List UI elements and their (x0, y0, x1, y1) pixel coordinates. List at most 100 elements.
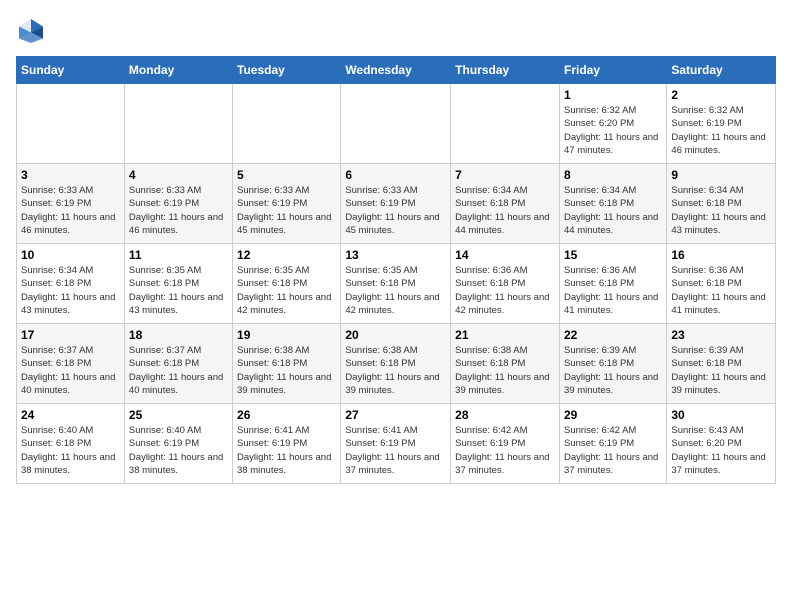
calendar-cell: 4 Sunrise: 6:33 AMSunset: 6:19 PMDaylight… (124, 164, 232, 244)
day-info: Sunrise: 6:38 AMSunset: 6:18 PMDaylight:… (455, 344, 555, 397)
weekday-header-sunday: Sunday (17, 57, 125, 84)
day-info: Sunrise: 6:36 AMSunset: 6:18 PMDaylight:… (455, 264, 555, 317)
calendar-cell: 17 Sunrise: 6:37 AMSunset: 6:18 PMDayligh… (17, 324, 125, 404)
day-info: Sunrise: 6:38 AMSunset: 6:18 PMDaylight:… (345, 344, 446, 397)
day-number: 29 (564, 408, 662, 422)
day-info: Sunrise: 6:34 AMSunset: 6:18 PMDaylight:… (455, 184, 555, 237)
day-info: Sunrise: 6:41 AMSunset: 6:19 PMDaylight:… (345, 424, 446, 477)
weekday-header-friday: Friday (559, 57, 666, 84)
calendar-cell: 19 Sunrise: 6:38 AMSunset: 6:18 PMDayligh… (233, 324, 341, 404)
day-info: Sunrise: 6:34 AMSunset: 6:18 PMDaylight:… (564, 184, 662, 237)
calendar-cell: 7 Sunrise: 6:34 AMSunset: 6:18 PMDaylight… (451, 164, 560, 244)
day-number: 8 (564, 168, 662, 182)
day-info: Sunrise: 6:33 AMSunset: 6:19 PMDaylight:… (129, 184, 228, 237)
day-number: 13 (345, 248, 446, 262)
day-info: Sunrise: 6:43 AMSunset: 6:20 PMDaylight:… (671, 424, 771, 477)
calendar-cell: 30 Sunrise: 6:43 AMSunset: 6:20 PMDayligh… (667, 404, 776, 484)
week-row-2: 3 Sunrise: 6:33 AMSunset: 6:19 PMDaylight… (17, 164, 776, 244)
day-number: 24 (21, 408, 120, 422)
day-info: Sunrise: 6:33 AMSunset: 6:19 PMDaylight:… (345, 184, 446, 237)
day-number: 10 (21, 248, 120, 262)
day-info: Sunrise: 6:35 AMSunset: 6:18 PMDaylight:… (129, 264, 228, 317)
day-number: 3 (21, 168, 120, 182)
logo (16, 16, 50, 46)
day-number: 1 (564, 88, 662, 102)
day-info: Sunrise: 6:39 AMSunset: 6:18 PMDaylight:… (671, 344, 771, 397)
logo-icon (16, 16, 46, 46)
weekday-header-row: SundayMondayTuesdayWednesdayThursdayFrid… (17, 57, 776, 84)
week-row-5: 24 Sunrise: 6:40 AMSunset: 6:18 PMDayligh… (17, 404, 776, 484)
day-info: Sunrise: 6:42 AMSunset: 6:19 PMDaylight:… (455, 424, 555, 477)
day-info: Sunrise: 6:39 AMSunset: 6:18 PMDaylight:… (564, 344, 662, 397)
day-info: Sunrise: 6:37 AMSunset: 6:18 PMDaylight:… (21, 344, 120, 397)
calendar-cell: 23 Sunrise: 6:39 AMSunset: 6:18 PMDayligh… (667, 324, 776, 404)
calendar-cell: 26 Sunrise: 6:41 AMSunset: 6:19 PMDayligh… (233, 404, 341, 484)
day-info: Sunrise: 6:40 AMSunset: 6:19 PMDaylight:… (129, 424, 228, 477)
day-info: Sunrise: 6:33 AMSunset: 6:19 PMDaylight:… (21, 184, 120, 237)
day-number: 28 (455, 408, 555, 422)
day-number: 21 (455, 328, 555, 342)
calendar-cell: 22 Sunrise: 6:39 AMSunset: 6:18 PMDayligh… (559, 324, 666, 404)
day-number: 22 (564, 328, 662, 342)
day-info: Sunrise: 6:35 AMSunset: 6:18 PMDaylight:… (237, 264, 336, 317)
calendar-cell: 8 Sunrise: 6:34 AMSunset: 6:18 PMDaylight… (559, 164, 666, 244)
day-info: Sunrise: 6:34 AMSunset: 6:18 PMDaylight:… (21, 264, 120, 317)
day-number: 30 (671, 408, 771, 422)
day-number: 19 (237, 328, 336, 342)
day-info: Sunrise: 6:42 AMSunset: 6:19 PMDaylight:… (564, 424, 662, 477)
day-number: 11 (129, 248, 228, 262)
calendar-cell: 9 Sunrise: 6:34 AMSunset: 6:18 PMDaylight… (667, 164, 776, 244)
weekday-header-saturday: Saturday (667, 57, 776, 84)
calendar-cell: 10 Sunrise: 6:34 AMSunset: 6:18 PMDayligh… (17, 244, 125, 324)
calendar-cell: 15Sunrise: 6:36 AMSunset: 6:18 PMDayligh… (559, 244, 666, 324)
day-info: Sunrise: 6:33 AMSunset: 6:19 PMDaylight:… (237, 184, 336, 237)
day-info: Sunrise: 6:37 AMSunset: 6:18 PMDaylight:… (129, 344, 228, 397)
calendar-cell: 18 Sunrise: 6:37 AMSunset: 6:18 PMDayligh… (124, 324, 232, 404)
day-number: 2 (671, 88, 771, 102)
day-number: 25 (129, 408, 228, 422)
day-info: Sunrise: 6:34 AMSunset: 6:18 PMDaylight:… (671, 184, 771, 237)
day-number: 4 (129, 168, 228, 182)
calendar-cell (124, 84, 232, 164)
calendar-cell: 20 Sunrise: 6:38 AMSunset: 6:18 PMDayligh… (341, 324, 451, 404)
calendar-cell: 24 Sunrise: 6:40 AMSunset: 6:18 PMDayligh… (17, 404, 125, 484)
day-number: 23 (671, 328, 771, 342)
calendar-cell: 2Sunrise: 6:32 AMSunset: 6:19 PMDaylight… (667, 84, 776, 164)
day-number: 9 (671, 168, 771, 182)
day-number: 18 (129, 328, 228, 342)
weekday-header-wednesday: Wednesday (341, 57, 451, 84)
calendar-cell: 3 Sunrise: 6:33 AMSunset: 6:19 PMDaylight… (17, 164, 125, 244)
weekday-header-monday: Monday (124, 57, 232, 84)
weekday-header-tuesday: Tuesday (233, 57, 341, 84)
calendar-cell: 6 Sunrise: 6:33 AMSunset: 6:19 PMDaylight… (341, 164, 451, 244)
day-number: 20 (345, 328, 446, 342)
day-number: 14 (455, 248, 555, 262)
calendar-cell: 21 Sunrise: 6:38 AMSunset: 6:18 PMDayligh… (451, 324, 560, 404)
page-header (16, 16, 776, 46)
calendar-cell: 28 Sunrise: 6:42 AMSunset: 6:19 PMDayligh… (451, 404, 560, 484)
calendar-cell: 13 Sunrise: 6:35 AMSunset: 6:18 PMDayligh… (341, 244, 451, 324)
calendar-cell: 25 Sunrise: 6:40 AMSunset: 6:19 PMDayligh… (124, 404, 232, 484)
day-number: 12 (237, 248, 336, 262)
day-info: Sunrise: 6:32 AMSunset: 6:20 PMDaylight:… (564, 104, 662, 157)
calendar-cell: 16Sunrise: 6:36 AMSunset: 6:18 PMDayligh… (667, 244, 776, 324)
day-info: Sunrise: 6:41 AMSunset: 6:19 PMDaylight:… (237, 424, 336, 477)
day-info: Sunrise: 6:36 AMSunset: 6:18 PMDaylight:… (564, 264, 662, 317)
day-number: 6 (345, 168, 446, 182)
calendar-cell: 11 Sunrise: 6:35 AMSunset: 6:18 PMDayligh… (124, 244, 232, 324)
day-number: 26 (237, 408, 336, 422)
day-info: Sunrise: 6:40 AMSunset: 6:18 PMDaylight:… (21, 424, 120, 477)
day-number: 17 (21, 328, 120, 342)
week-row-4: 17 Sunrise: 6:37 AMSunset: 6:18 PMDayligh… (17, 324, 776, 404)
day-number: 5 (237, 168, 336, 182)
calendar-cell: 1 Sunrise: 6:32 AMSunset: 6:20 PMDaylight… (559, 84, 666, 164)
day-number: 7 (455, 168, 555, 182)
calendar-cell (451, 84, 560, 164)
day-info: Sunrise: 6:38 AMSunset: 6:18 PMDaylight:… (237, 344, 336, 397)
calendar-cell: 12 Sunrise: 6:35 AMSunset: 6:18 PMDayligh… (233, 244, 341, 324)
day-info: Sunrise: 6:35 AMSunset: 6:18 PMDaylight:… (345, 264, 446, 317)
week-row-1: 1 Sunrise: 6:32 AMSunset: 6:20 PMDaylight… (17, 84, 776, 164)
calendar-cell (233, 84, 341, 164)
day-info: Sunrise: 6:36 AMSunset: 6:18 PMDaylight:… (671, 264, 771, 317)
calendar-cell: 29 Sunrise: 6:42 AMSunset: 6:19 PMDayligh… (559, 404, 666, 484)
